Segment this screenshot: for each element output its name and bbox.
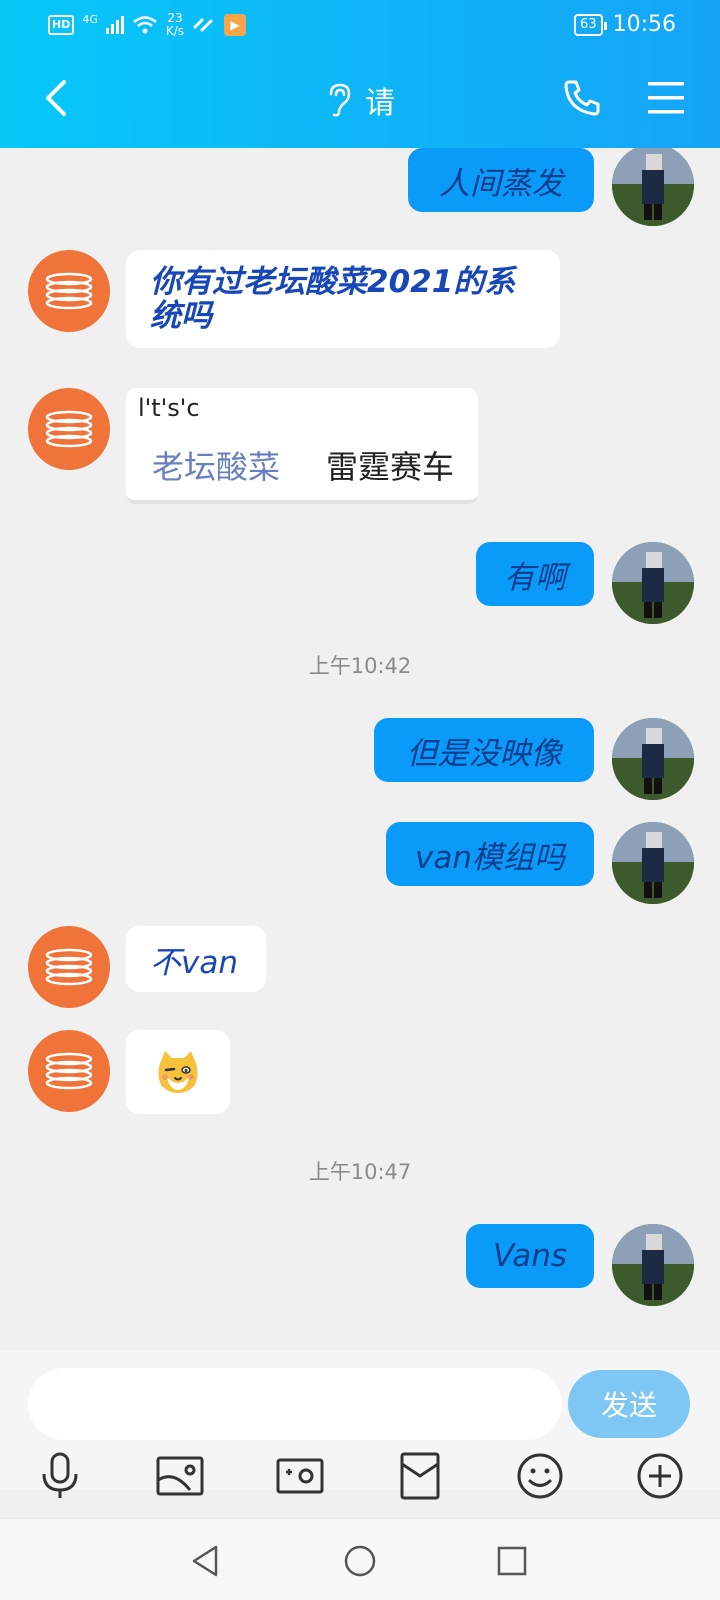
ear-icon[interactable] [325, 82, 353, 118]
rings-logo-icon [45, 948, 93, 986]
message-bubble[interactable]: Vans [466, 1224, 594, 1288]
chat-title: 请 [365, 86, 395, 121]
signal-icon [105, 16, 124, 34]
clock: 10:56 [612, 12, 676, 37]
play-icon: ▶ [224, 14, 247, 36]
nav-home-icon[interactable] [340, 1541, 380, 1581]
nav-back-icon[interactable] [186, 1541, 226, 1581]
input-suggestion-card[interactable]: l't's'c 老坛酸菜 雷霆赛车 [126, 388, 478, 504]
send-button[interactable]: 发送 [568, 1370, 690, 1438]
wifi-icon [133, 16, 157, 34]
message-bubble[interactable]: 人间蒸发 [408, 148, 594, 212]
phone-icon[interactable] [560, 76, 604, 120]
camera-icon[interactable] [274, 1450, 326, 1502]
message-bubble[interactable]: van模组吗 [386, 822, 594, 886]
plus-icon[interactable] [634, 1450, 686, 1502]
battery-icon: 63 [574, 13, 607, 36]
network-type: 4G [82, 12, 98, 26]
red-packet-icon[interactable] [394, 1450, 446, 1502]
friend-avatar[interactable] [28, 1030, 110, 1112]
microphone-icon[interactable] [34, 1450, 86, 1502]
nav-bar: 请 [0, 64, 720, 134]
my-avatar[interactable] [612, 822, 694, 904]
status-bar: HD 4G 23 K/s ▶ 63 10:56 [0, 8, 720, 48]
friend-avatar[interactable] [28, 388, 110, 470]
chat-area[interactable]: 人间蒸发 你有过老坛酸菜2021的系统吗 l't's'c 老坛酸菜 雷霆赛车 有… [0, 148, 720, 1350]
message-timestamp: 上午10:42 [308, 654, 412, 678]
my-avatar[interactable] [612, 542, 694, 624]
emoji-icon[interactable] [514, 1450, 566, 1502]
message-bubble[interactable]: 不van [126, 926, 266, 992]
tool-row [0, 1450, 720, 1514]
link-icon [193, 18, 213, 32]
card-option[interactable]: 雷霆赛车 [326, 442, 454, 488]
my-avatar[interactable] [612, 148, 694, 226]
header: HD 4G 23 K/s ▶ 63 10:56 请 [0, 0, 720, 148]
input-bar: 发送 [0, 1350, 720, 1500]
rings-logo-icon [45, 410, 93, 448]
hd-icon: HD [48, 15, 75, 35]
my-avatar[interactable] [612, 1224, 694, 1306]
image-icon[interactable] [154, 1450, 206, 1502]
nav-recents-icon[interactable] [492, 1541, 532, 1581]
my-avatar[interactable] [612, 718, 694, 800]
card-option[interactable]: 老坛酸菜 [152, 442, 280, 488]
friend-avatar[interactable] [28, 250, 110, 332]
card-pinyin: l't's'c [138, 394, 200, 422]
system-nav-bar [0, 1518, 720, 1600]
message-bubble[interactable]: 你有过老坛酸菜2021的系统吗 [126, 250, 560, 348]
rings-logo-icon [45, 1052, 93, 1090]
sticker-bubble[interactable] [126, 1030, 230, 1114]
rings-logo-icon [45, 272, 93, 310]
net-speed: 23 K/s [165, 11, 185, 38]
message-timestamp: 上午10:47 [308, 1160, 412, 1184]
friend-avatar[interactable] [28, 926, 110, 1008]
cat-sticker-icon [158, 1051, 198, 1093]
message-bubble[interactable]: 但是没映像 [374, 718, 594, 782]
message-input[interactable] [28, 1368, 562, 1440]
menu-icon[interactable] [644, 76, 688, 120]
message-bubble[interactable]: 有啊 [476, 542, 594, 606]
